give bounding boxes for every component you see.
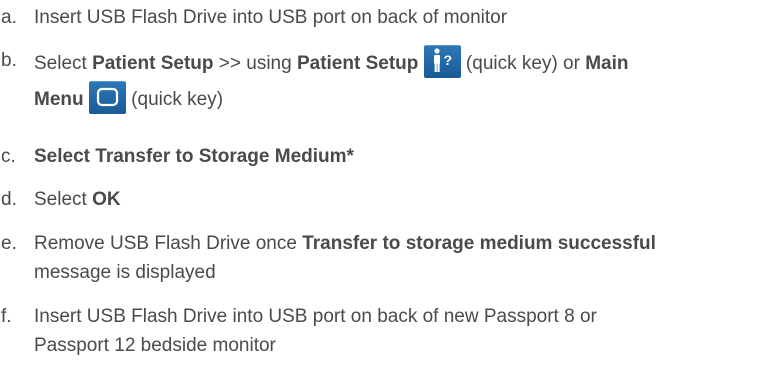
main-menu-label: Main	[585, 53, 629, 74]
step-text: Insert USB Flash Drive into USB port on …	[34, 302, 762, 360]
step-text: Remove USB Flash Drive once Transfer to …	[34, 229, 762, 287]
step-text: Select Transfer to Storage Medium*	[34, 146, 354, 167]
patient-setup-label: Patient Setup	[92, 53, 214, 74]
svg-text:?: ?	[443, 52, 452, 68]
step-letter: f.	[1, 306, 12, 327]
patient-setup-icon: ?	[423, 45, 461, 79]
step-b: b. Select Patient Setup >> using Patient…	[0, 45, 762, 118]
text-segment: Select	[34, 53, 93, 74]
step-d: d. Select OK	[0, 185, 762, 214]
step-letter: e.	[1, 233, 17, 254]
step-c: c. Select Transfer to Storage Medium*	[0, 142, 762, 171]
text-segment: message is displayed	[34, 262, 216, 283]
main-menu-icon	[88, 81, 126, 115]
step-a: a. Insert USB Flash Drive into USB port …	[0, 3, 762, 32]
text-segment: Insert USB Flash Drive into USB port on …	[34, 306, 597, 327]
text-segment: Remove USB Flash Drive once	[34, 233, 303, 254]
step-letter: c.	[1, 146, 16, 167]
text-segment: (quick key)	[125, 89, 224, 110]
step-letter: b.	[1, 50, 17, 71]
step-letter: a.	[1, 7, 17, 28]
text-segment: >> using	[213, 53, 297, 74]
patient-setup-label: Patient Setup	[296, 53, 419, 74]
step-f: f. Insert USB Flash Drive into USB port …	[0, 302, 762, 360]
step-text: Select OK	[34, 185, 762, 214]
main-menu-label: Menu	[34, 89, 84, 110]
step-e: e. Remove USB Flash Drive once Transfer …	[0, 229, 762, 287]
ok-label: OK	[92, 189, 121, 210]
transfer-success-label: Transfer to storage medium successful	[302, 233, 656, 254]
text-segment: Select	[34, 189, 93, 210]
step-text: Select Patient Setup >> using Patient Se…	[34, 45, 762, 118]
step-text: Insert USB Flash Drive into USB port on …	[34, 7, 508, 28]
step-letter: d.	[1, 189, 17, 210]
text-segment: Passport 12 bedside monitor	[34, 335, 276, 356]
text-segment: (quick key) or	[460, 53, 586, 74]
